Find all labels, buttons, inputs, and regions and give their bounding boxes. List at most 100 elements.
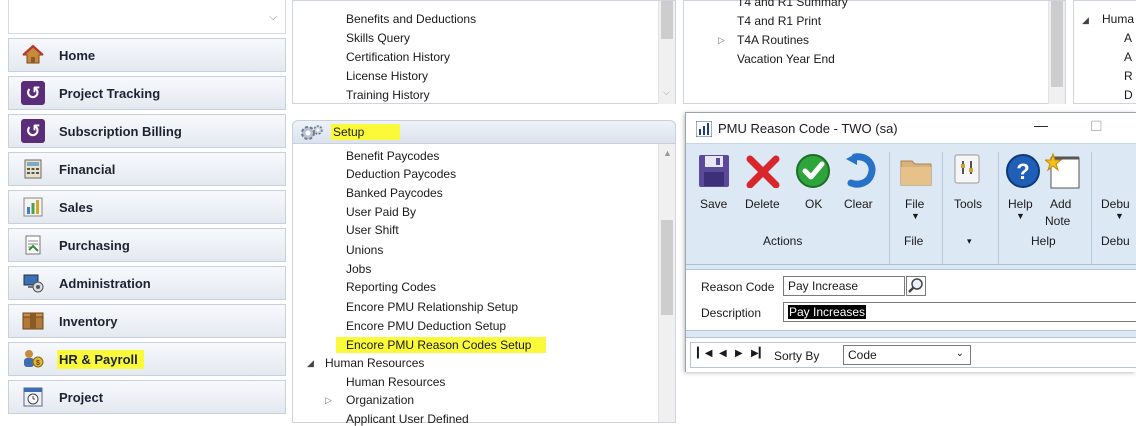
previous-record-icon[interactable]: ◀	[719, 348, 727, 359]
delete-icon[interactable]	[746, 154, 780, 191]
window-titlebar[interactable]: PMU Reason Code - TWO (sa) — ☐	[686, 113, 1136, 143]
chevron-down-icon[interactable]: ▼	[1016, 211, 1025, 221]
tree-node[interactable]: A	[1124, 50, 1132, 64]
tree-section-human-resources[interactable]: Human Resources	[325, 356, 424, 370]
ribbon-separator	[889, 152, 890, 264]
scrollbar-thumb[interactable]	[661, 1, 673, 39]
file-button[interactable]: File	[905, 197, 924, 211]
debug-button[interactable]: Debu	[1101, 197, 1130, 211]
list-item[interactable]: Banked Paycodes	[346, 186, 443, 200]
nav-item-home[interactable]: Home	[8, 38, 286, 72]
gear-icon	[299, 123, 325, 146]
minimize-button[interactable]: —	[1034, 117, 1048, 133]
help-icon[interactable]: ?	[1005, 153, 1041, 192]
scrollbar-thumb[interactable]	[1051, 1, 1063, 87]
list-item[interactable]: Human Resources	[346, 375, 445, 389]
lookup-button[interactable]	[906, 276, 926, 296]
list-item[interactable]: License History	[346, 69, 428, 83]
tree-node[interactable]: D	[1124, 88, 1133, 102]
list-item[interactable]: Deduction Paycodes	[346, 167, 456, 181]
list-item[interactable]: Applicant User Defined	[346, 412, 469, 426]
purchasing-icon	[21, 233, 45, 257]
help-button[interactable]: Help	[1008, 197, 1033, 211]
administration-icon	[21, 271, 45, 295]
list-item-encore-pmu-reason-codes-setup[interactable]: Encore PMU Reason Codes Setup	[336, 337, 547, 353]
list-item[interactable]: Benefits and Deductions	[346, 12, 476, 26]
next-record-icon[interactable]: ▶	[735, 348, 743, 359]
clear-icon[interactable]	[843, 153, 877, 192]
add-note-icon[interactable]	[1043, 152, 1081, 193]
ok-button[interactable]: OK	[805, 197, 822, 211]
scrollbar[interactable]: ⌵	[658, 1, 675, 104]
chevron-down-icon[interactable]: ⌵	[269, 12, 277, 23]
nav-item-project-tracking[interactable]: Project Tracking	[8, 76, 286, 110]
tools-icon[interactable]	[954, 154, 980, 187]
description-input[interactable]: Pay Increases	[783, 302, 1136, 322]
list-item[interactable]: Benefit Paycodes	[346, 149, 439, 163]
nav-item-hr-payroll[interactable]: $ HR & Payroll	[8, 342, 286, 376]
clear-button[interactable]: Clear	[844, 197, 873, 211]
list-item[interactable]: Encore PMU Deduction Setup	[346, 319, 506, 333]
save-button[interactable]: Save	[700, 197, 727, 211]
nav-item-label: Project	[59, 389, 104, 405]
list-item[interactable]: User Paid By	[346, 205, 416, 219]
list-item[interactable]: Vacation Year End	[737, 52, 835, 66]
ribbon-separator	[1091, 152, 1092, 264]
browse-bar: ▎◀ ◀ ▶ ▶▎ Sorty By Code ⌄	[686, 337, 1136, 372]
list-item[interactable]: Skills Query	[346, 31, 410, 45]
list-item[interactable]: Jobs	[346, 262, 371, 276]
add-note-button[interactable]: Add	[1050, 197, 1071, 211]
tree-node[interactable]: A	[1124, 31, 1132, 45]
scrollbar-thumb[interactable]	[661, 220, 673, 315]
list-item[interactable]: Training History	[346, 88, 430, 102]
tree-node[interactable]: Huma	[1102, 12, 1134, 26]
window-app-icon	[695, 120, 713, 140]
tools-button[interactable]: Tools	[954, 197, 982, 211]
navigation-dropdown[interactable]: ⌵	[8, 0, 286, 34]
nav-item-purchasing[interactable]: Purchasing	[8, 228, 286, 262]
tree-collapsed-icon[interactable]: ▷	[325, 395, 332, 406]
list-item[interactable]: Reporting Codes	[346, 280, 436, 294]
list-item[interactable]: Encore PMU Relationship Setup	[346, 300, 518, 314]
nav-item-subscription-billing[interactable]: Subscription Billing	[8, 114, 286, 148]
folder-icon[interactable]	[900, 156, 932, 189]
home-icon	[21, 43, 45, 67]
tree-expanded-icon[interactable]: ◢	[307, 358, 314, 369]
ribbon-expand-icon[interactable]: ▾	[967, 236, 972, 247]
form-area: Reason Code Pay Increase Description Pay…	[686, 265, 1136, 337]
chevron-down-icon[interactable]: ⌵	[663, 87, 670, 98]
svg-text:$: $	[36, 360, 40, 367]
sort-by-select[interactable]: Code ⌄	[843, 345, 971, 365]
chevron-down-icon[interactable]: ▼	[1115, 211, 1124, 221]
tree-collapsed-icon[interactable]: ▷	[718, 35, 725, 46]
ok-icon[interactable]	[795, 153, 831, 192]
last-record-icon[interactable]: ▶▎	[751, 348, 766, 359]
nav-item-project[interactable]: Project	[8, 380, 286, 414]
scrollbar[interactable]: ▲	[658, 144, 675, 422]
list-item[interactable]: User Shift	[346, 223, 399, 237]
list-item[interactable]: Unions	[346, 243, 383, 257]
reason-code-input[interactable]: Pay Increase	[783, 276, 905, 296]
list-item[interactable]: T4A Routines	[737, 33, 809, 47]
maximize-button[interactable]: ☐	[1090, 118, 1103, 135]
project-tracking-icon	[21, 81, 45, 105]
scrollbar[interactable]	[1048, 1, 1065, 104]
chevron-up-icon[interactable]: ▲	[663, 148, 672, 158]
list-item[interactable]: Certification History	[346, 50, 450, 64]
delete-button[interactable]: Delete	[745, 197, 780, 211]
nav-item-administration[interactable]: Administration	[8, 266, 286, 300]
setup-group-header[interactable]: Setup	[292, 120, 676, 144]
chevron-down-icon[interactable]: ⌄	[956, 348, 964, 359]
tree-expanded-icon[interactable]: ◢	[1082, 15, 1089, 26]
list-item[interactable]: T4 and R1 Summary	[737, 0, 848, 9]
chevron-down-icon[interactable]: ▼	[911, 211, 920, 221]
nav-item-financial[interactable]: Financial	[8, 152, 286, 186]
save-icon[interactable]	[698, 154, 730, 191]
nav-item-inventory[interactable]: Inventory	[8, 304, 286, 338]
first-record-icon[interactable]: ▎◀	[697, 348, 712, 359]
list-item[interactable]: T4 and R1 Print	[737, 14, 821, 28]
nav-item-sales[interactable]: Sales	[8, 190, 286, 224]
tree-node[interactable]: R	[1124, 69, 1133, 83]
add-note-button-line2[interactable]: Note	[1045, 214, 1070, 228]
list-item[interactable]: Organization	[346, 393, 414, 407]
